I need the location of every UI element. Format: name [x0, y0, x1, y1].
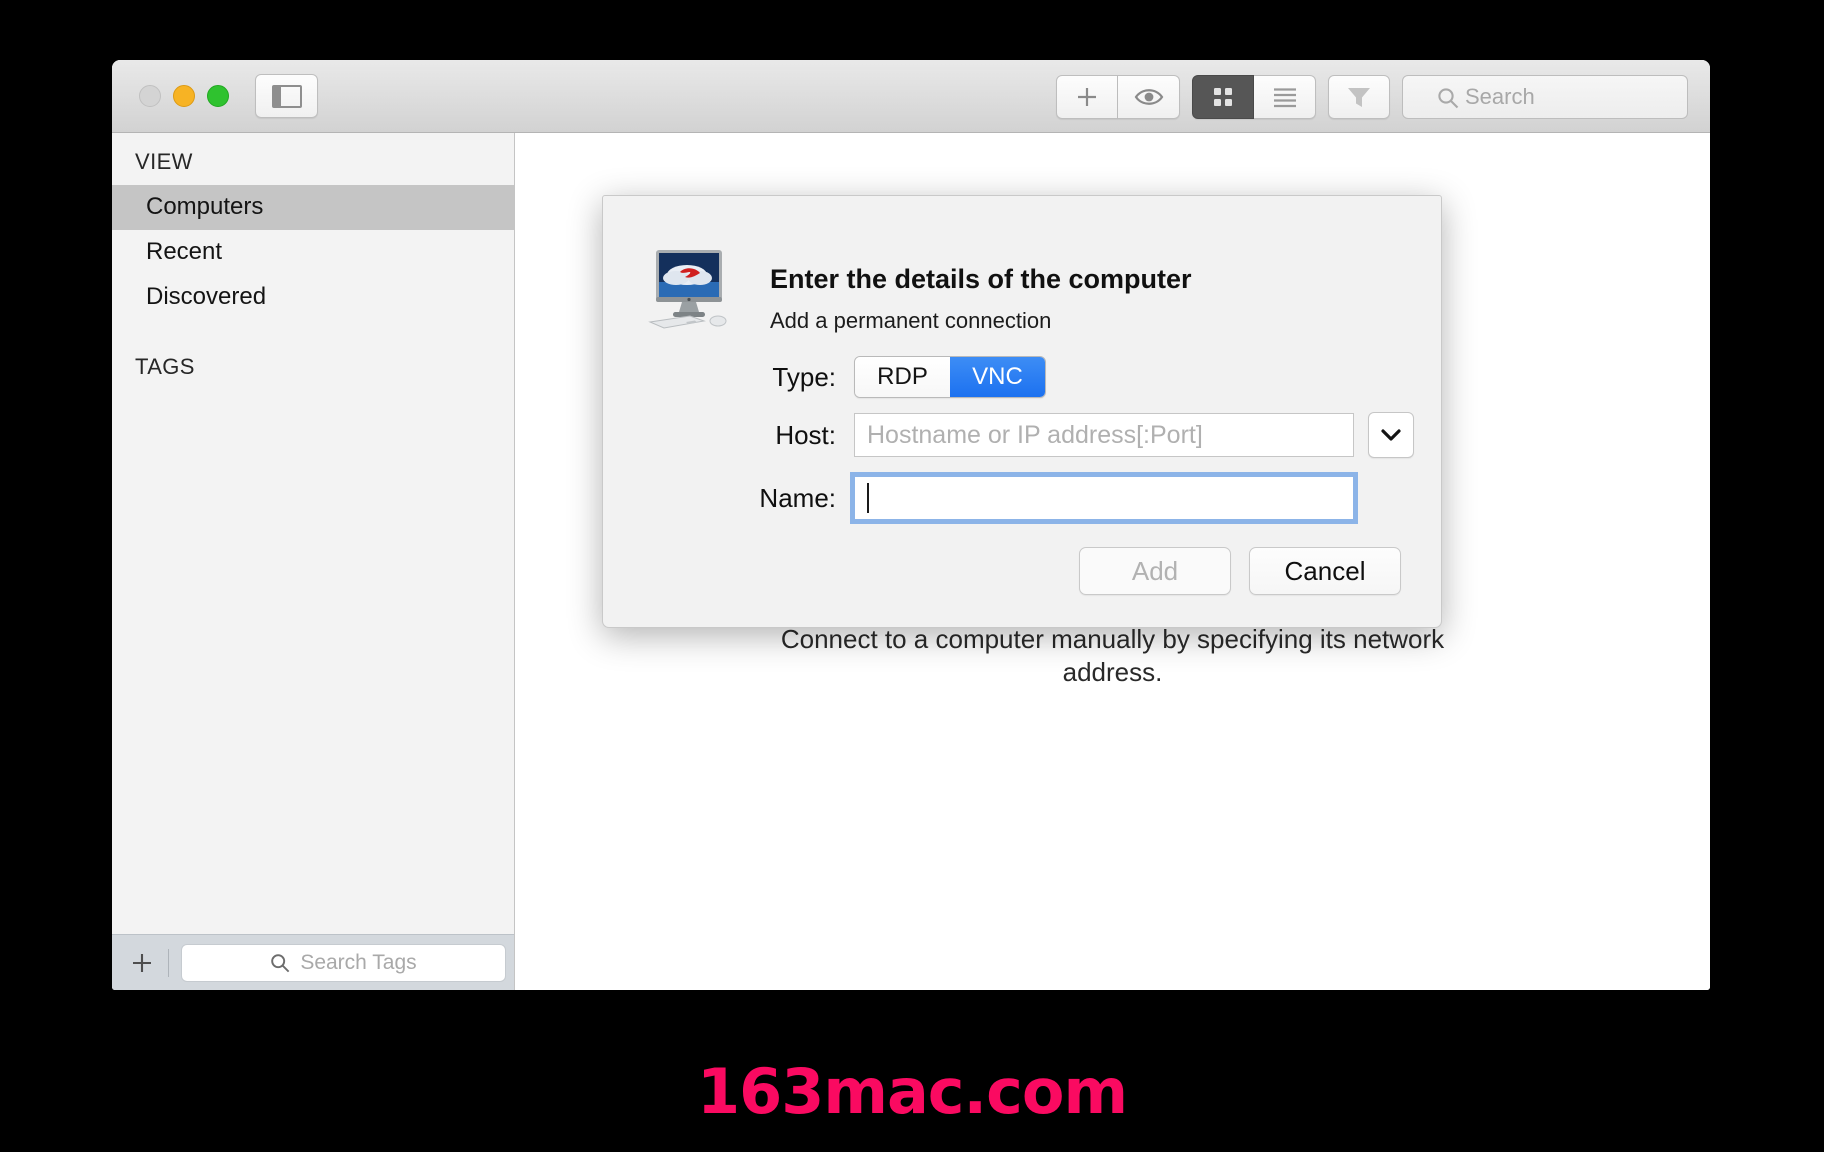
plus-icon	[133, 953, 151, 972]
toolbar-right-group: Search	[1056, 75, 1688, 119]
watermark-text: 163mac.com	[696, 1055, 1128, 1128]
list-view-icon	[1273, 88, 1296, 108]
host-placeholder: Hostname or IP address[:Port]	[867, 420, 1203, 449]
sidebar-section-tags-title: TAGS	[135, 354, 195, 379]
search-icon	[271, 953, 290, 972]
sidebar-footer: Search Tags	[112, 934, 514, 990]
dialog-title: Enter the details of the computer	[770, 264, 1192, 294]
host-row: Host: Hostname or IP address[:Port]	[646, 412, 1441, 458]
type-option-rdp[interactable]: RDP	[855, 357, 950, 397]
dialog-header: Enter the details of the computer Add a …	[603, 196, 1441, 334]
plus-icon	[1078, 88, 1096, 106]
sidebar-toggle-button[interactable]	[255, 74, 318, 118]
footer-divider	[168, 948, 169, 977]
imac-computer-icon	[646, 242, 738, 334]
host-history-dropdown-button[interactable]	[1368, 412, 1414, 458]
list-view-button[interactable]	[1254, 75, 1316, 119]
sidebar-toggle-icon	[271, 84, 302, 108]
tag-search-placeholder: Search Tags	[300, 950, 417, 974]
type-row: Type: RDP VNC	[646, 356, 1441, 398]
dialog-actions: Add Cancel	[1079, 547, 1401, 595]
filter-funnel-icon	[1348, 88, 1370, 107]
dialog-header-text: Enter the details of the computer Add a …	[770, 238, 1192, 334]
type-option-vnc[interactable]: VNC	[950, 357, 1045, 397]
grid-view-button[interactable]	[1192, 75, 1254, 119]
screenshot-root: Search VIEW Computers Recent Discovered …	[0, 0, 1824, 1152]
sidebar-item-discovered[interactable]: Discovered	[112, 275, 514, 320]
sidebar-item-computers[interactable]: Computers	[112, 185, 514, 230]
sidebar-section-view-title: VIEW	[135, 149, 193, 174]
minimize-button-icon[interactable]	[173, 85, 195, 107]
tag-search-input[interactable]: Search Tags	[181, 943, 506, 982]
add-tag-button[interactable]	[120, 943, 164, 983]
grid-view-icon	[1214, 88, 1232, 106]
add-computer-dialog: Enter the details of the computer Add a …	[602, 195, 1442, 628]
name-row: Name:	[646, 476, 1441, 520]
dialog-form: Type: RDP VNC Host: Hostname or IP addre…	[603, 356, 1441, 520]
app-window: Search VIEW Computers Recent Discovered …	[112, 60, 1710, 990]
toolbar-search-field[interactable]: Search	[1402, 75, 1688, 119]
window-titlebar: Search	[112, 60, 1710, 133]
name-input[interactable]	[854, 476, 1354, 520]
dialog-subtitle: Add a permanent connection	[770, 308, 1052, 333]
add-connection-button[interactable]	[1056, 75, 1118, 119]
type-label: Type:	[772, 361, 836, 392]
cancel-button[interactable]: Cancel	[1249, 547, 1401, 595]
add-preview-group	[1056, 75, 1180, 119]
toolbar-search-placeholder: Search	[1465, 84, 1535, 109]
name-label: Name:	[759, 482, 836, 513]
text-caret	[867, 483, 869, 513]
filter-button[interactable]	[1328, 75, 1390, 119]
view-mode-group	[1192, 75, 1316, 119]
eye-icon	[1134, 89, 1163, 105]
traffic-lights	[139, 85, 229, 107]
empty-state-description: Connect to a computer manually by specif…	[780, 624, 1445, 687]
close-button-icon[interactable]	[139, 85, 161, 107]
add-button[interactable]: Add	[1079, 547, 1231, 595]
sidebar: VIEW Computers Recent Discovered TAGS Se…	[112, 133, 515, 990]
preview-button[interactable]	[1118, 75, 1180, 119]
chevron-down-icon	[1381, 429, 1401, 441]
host-label: Host:	[775, 419, 836, 450]
sidebar-item-recent[interactable]: Recent	[112, 230, 514, 275]
connection-type-segmented-control: RDP VNC	[854, 356, 1046, 398]
search-icon	[1438, 88, 1459, 109]
maximize-button-icon[interactable]	[207, 85, 229, 107]
host-input[interactable]: Hostname or IP address[:Port]	[854, 413, 1354, 457]
